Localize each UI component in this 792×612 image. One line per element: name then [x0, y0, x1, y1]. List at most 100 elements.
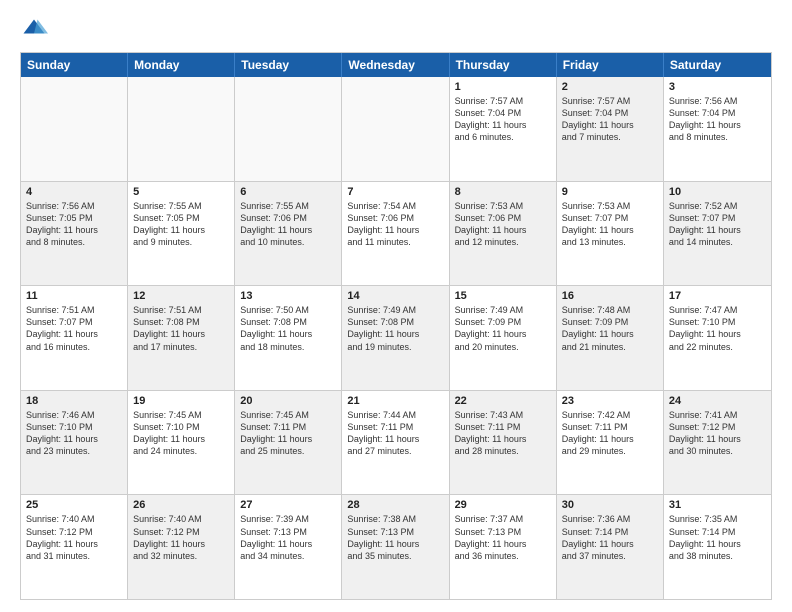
calendar-cell: 20 Sunrise: 7:45 AMSunset: 7:11 PMDayligh…	[235, 391, 342, 495]
calendar-cell: 19Sunrise: 7:45 AMSunset: 7:10 PMDayligh…	[128, 391, 235, 495]
calendar-cell: 25 Sunrise: 7:40 AMSunset: 7:12 PMDayligh…	[21, 495, 128, 599]
calendar-cell: 30Sunrise: 7:36 AMSunset: 7:14 PMDayligh…	[557, 495, 664, 599]
day-number: 28	[347, 499, 443, 511]
day-info: Sunrise: 7:35 AMSunset: 7:14 PMDaylight:…	[669, 513, 766, 562]
calendar-cell: 3Sunrise: 7:56 AMSunset: 7:04 PMDaylight…	[664, 77, 771, 181]
calendar-row-1: 1 Sunrise: 7:57 AMSunset: 7:04 PMDaylight…	[21, 77, 771, 181]
calendar-cell: 1Sunrise: 7:57 AMSunset: 7:04 PMDaylight…	[450, 77, 557, 181]
calendar-row-3: 11 Sunrise: 7:51 AMSunset: 7:07 PMDayligh…	[21, 285, 771, 390]
calendar-row-2: 4Sunrise: 7:56 AMSunset: 7:05 PMDaylight…	[21, 181, 771, 286]
day-number: 11	[26, 290, 122, 302]
day-number: 19	[133, 395, 229, 407]
calendar-cell: 13 Sunrise: 7:50 AMSunset: 7:08 PMDayligh…	[235, 286, 342, 390]
day-number: 31	[669, 499, 766, 511]
day-info: Sunrise: 7:49 AMSunset: 7:08 PMDaylight:…	[347, 304, 443, 353]
calendar-cell: 26 Sunrise: 7:40 AMSunset: 7:12 PMDayligh…	[128, 495, 235, 599]
calendar-cell: 15 Sunrise: 7:49 AMSunset: 7:09 PMDayligh…	[450, 286, 557, 390]
day-number: 16	[562, 290, 658, 302]
calendar-cell: 4Sunrise: 7:56 AMSunset: 7:05 PMDaylight…	[21, 182, 128, 286]
calendar-cell: 22 Sunrise: 7:43 AMSunset: 7:11 PMDayligh…	[450, 391, 557, 495]
calendar-cell: 17 Sunrise: 7:47 AMSunset: 7:10 PMDayligh…	[664, 286, 771, 390]
header	[20, 16, 772, 44]
day-info: Sunrise: 7:40 AMSunset: 7:12 PMDaylight:…	[26, 513, 122, 562]
calendar-row-5: 25 Sunrise: 7:40 AMSunset: 7:12 PMDayligh…	[21, 494, 771, 599]
day-info: Sunrise: 7:55 AMSunset: 7:05 PMDaylight:…	[133, 200, 229, 249]
day-number: 9	[562, 186, 658, 198]
day-info: Sunrise: 7:56 AMSunset: 7:04 PMDaylight:…	[669, 95, 766, 144]
day-number: 20	[240, 395, 336, 407]
calendar-cell: 9Sunrise: 7:53 AMSunset: 7:07 PMDaylight…	[557, 182, 664, 286]
day-number: 27	[240, 499, 336, 511]
day-info: Sunrise: 7:47 AMSunset: 7:10 PMDaylight:…	[669, 304, 766, 353]
calendar-cell: 16 Sunrise: 7:48 AMSunset: 7:09 PMDayligh…	[557, 286, 664, 390]
day-info: Sunrise: 7:40 AMSunset: 7:12 PMDaylight:…	[133, 513, 229, 562]
day-info: Sunrise: 7:36 AMSunset: 7:14 PMDaylight:…	[562, 513, 658, 562]
day-info: Sunrise: 7:52 AMSunset: 7:07 PMDaylight:…	[669, 200, 766, 249]
day-number: 23	[562, 395, 658, 407]
day-info: Sunrise: 7:55 AMSunset: 7:06 PMDaylight:…	[240, 200, 336, 249]
day-number: 18	[26, 395, 122, 407]
calendar-cell	[342, 77, 449, 181]
day-number: 14	[347, 290, 443, 302]
calendar-cell	[21, 77, 128, 181]
day-number: 22	[455, 395, 551, 407]
day-number: 29	[455, 499, 551, 511]
day-info: Sunrise: 7:44 AMSunset: 7:11 PMDaylight:…	[347, 409, 443, 458]
calendar-cell: 18 Sunrise: 7:46 AMSunset: 7:10 PMDayligh…	[21, 391, 128, 495]
day-number: 5	[133, 186, 229, 198]
calendar: SundayMondayTuesdayWednesdayThursdayFrid…	[20, 52, 772, 600]
logo-icon	[20, 16, 48, 44]
calendar-cell: 7 Sunrise: 7:54 AMSunset: 7:06 PMDaylight…	[342, 182, 449, 286]
day-info: Sunrise: 7:37 AMSunset: 7:13 PMDaylight:…	[455, 513, 551, 562]
day-number: 4	[26, 186, 122, 198]
day-info: Sunrise: 7:51 AMSunset: 7:07 PMDaylight:…	[26, 304, 122, 353]
day-info: Sunrise: 7:57 AMSunset: 7:04 PMDaylight:…	[562, 95, 658, 144]
day-number: 24	[669, 395, 766, 407]
day-info: Sunrise: 7:42 AMSunset: 7:11 PMDaylight:…	[562, 409, 658, 458]
day-number: 12	[133, 290, 229, 302]
calendar-row-4: 18 Sunrise: 7:46 AMSunset: 7:10 PMDayligh…	[21, 390, 771, 495]
day-number: 7	[347, 186, 443, 198]
day-number: 15	[455, 290, 551, 302]
day-info: Sunrise: 7:49 AMSunset: 7:09 PMDaylight:…	[455, 304, 551, 353]
calendar-cell: 29 Sunrise: 7:37 AMSunset: 7:13 PMDayligh…	[450, 495, 557, 599]
day-number: 6	[240, 186, 336, 198]
header-day-thursday: Thursday	[450, 53, 557, 77]
day-info: Sunrise: 7:50 AMSunset: 7:08 PMDaylight:…	[240, 304, 336, 353]
calendar-cell: 21Sunrise: 7:44 AMSunset: 7:11 PMDayligh…	[342, 391, 449, 495]
calendar-body: 1 Sunrise: 7:57 AMSunset: 7:04 PMDaylight…	[21, 77, 771, 599]
day-number: 2	[562, 81, 658, 93]
day-info: Sunrise: 7:45 AMSunset: 7:11 PMDaylight:…	[240, 409, 336, 458]
day-info: Sunrise: 7:51 AMSunset: 7:08 PMDaylight:…	[133, 304, 229, 353]
calendar-cell: 10 Sunrise: 7:52 AMSunset: 7:07 PMDayligh…	[664, 182, 771, 286]
calendar-cell: 11 Sunrise: 7:51 AMSunset: 7:07 PMDayligh…	[21, 286, 128, 390]
calendar-header: SundayMondayTuesdayWednesdayThursdayFrid…	[21, 53, 771, 77]
header-day-tuesday: Tuesday	[235, 53, 342, 77]
calendar-cell: 12 Sunrise: 7:51 AMSunset: 7:08 PMDayligh…	[128, 286, 235, 390]
day-number: 10	[669, 186, 766, 198]
day-number: 26	[133, 499, 229, 511]
day-info: Sunrise: 7:48 AMSunset: 7:09 PMDaylight:…	[562, 304, 658, 353]
day-info: Sunrise: 7:54 AMSunset: 7:06 PMDaylight:…	[347, 200, 443, 249]
calendar-cell: 31 Sunrise: 7:35 AMSunset: 7:14 PMDayligh…	[664, 495, 771, 599]
calendar-cell: 2 Sunrise: 7:57 AMSunset: 7:04 PMDaylight…	[557, 77, 664, 181]
day-number: 13	[240, 290, 336, 302]
day-info: Sunrise: 7:41 AMSunset: 7:12 PMDaylight:…	[669, 409, 766, 458]
calendar-cell: 5 Sunrise: 7:55 AMSunset: 7:05 PMDaylight…	[128, 182, 235, 286]
calendar-cell	[235, 77, 342, 181]
page: SundayMondayTuesdayWednesdayThursdayFrid…	[0, 0, 792, 612]
day-info: Sunrise: 7:46 AMSunset: 7:10 PMDaylight:…	[26, 409, 122, 458]
calendar-cell: 24 Sunrise: 7:41 AMSunset: 7:12 PMDayligh…	[664, 391, 771, 495]
day-number: 25	[26, 499, 122, 511]
day-number: 1	[455, 81, 551, 93]
calendar-cell: 6 Sunrise: 7:55 AMSunset: 7:06 PMDaylight…	[235, 182, 342, 286]
calendar-cell: 27Sunrise: 7:39 AMSunset: 7:13 PMDayligh…	[235, 495, 342, 599]
header-day-wednesday: Wednesday	[342, 53, 449, 77]
calendar-cell: 28Sunrise: 7:38 AMSunset: 7:13 PMDayligh…	[342, 495, 449, 599]
header-day-sunday: Sunday	[21, 53, 128, 77]
day-info: Sunrise: 7:43 AMSunset: 7:11 PMDaylight:…	[455, 409, 551, 458]
calendar-cell: 14 Sunrise: 7:49 AMSunset: 7:08 PMDayligh…	[342, 286, 449, 390]
day-number: 17	[669, 290, 766, 302]
day-info: Sunrise: 7:53 AMSunset: 7:06 PMDaylight:…	[455, 200, 551, 249]
logo	[20, 16, 52, 44]
